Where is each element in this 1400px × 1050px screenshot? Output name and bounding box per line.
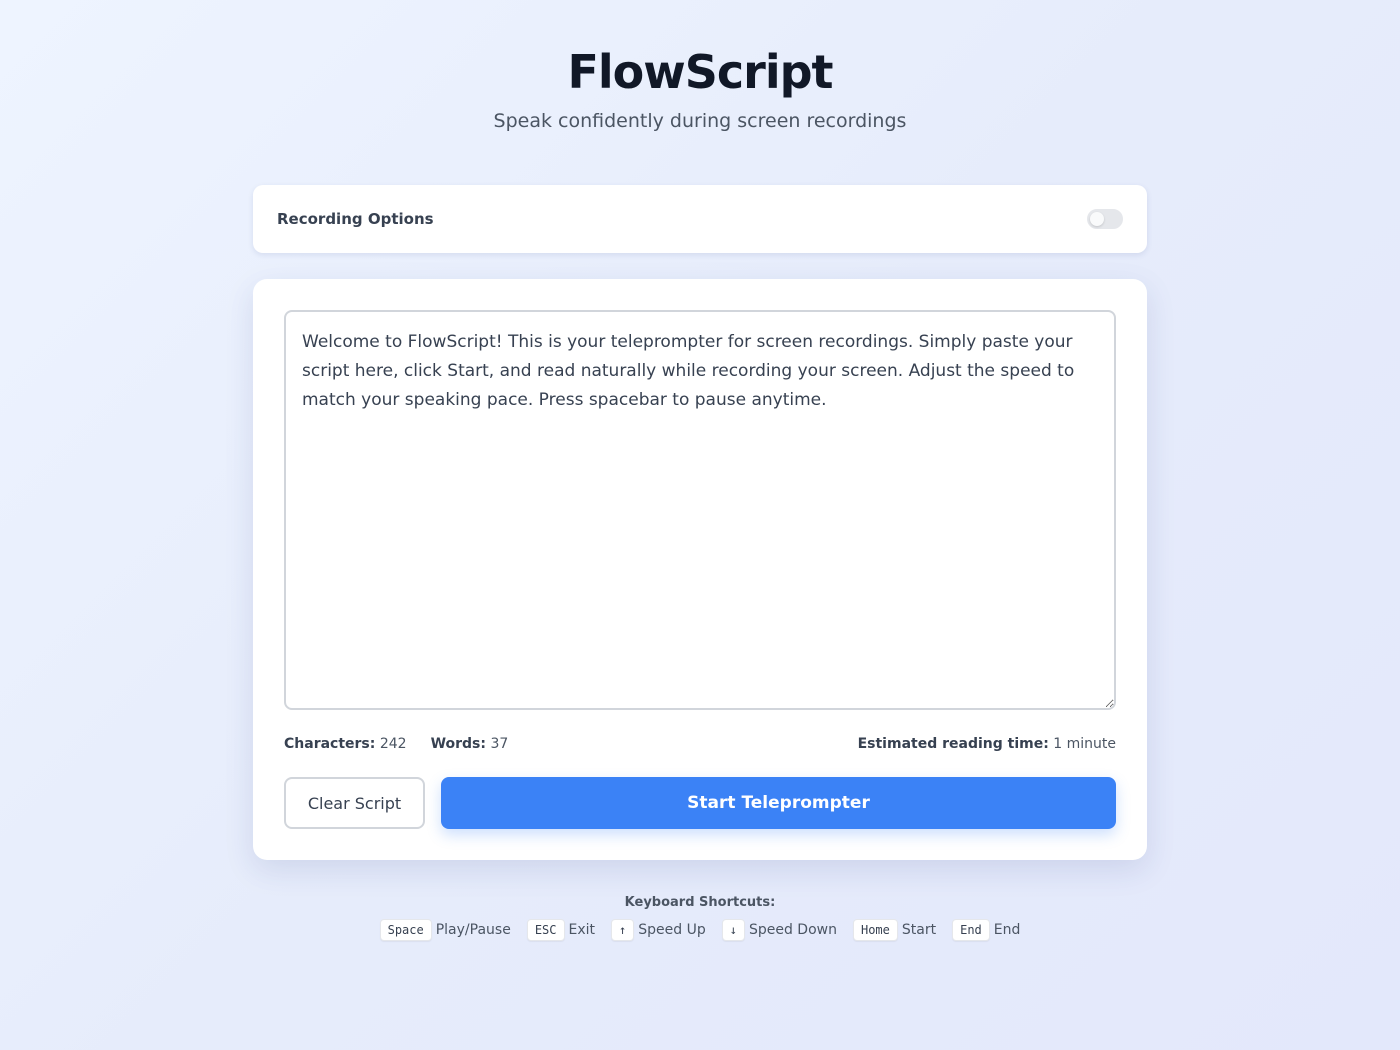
word-count-value: 37 (490, 736, 509, 752)
reading-time: Estimated reading time: 1 minute (858, 736, 1116, 752)
shortcut-action: Exit (568, 922, 596, 938)
key-space: Space (379, 919, 432, 941)
shortcut-action: Speed Up (638, 922, 706, 938)
word-count-label: Words: (430, 736, 486, 752)
character-count-label: Characters: (284, 736, 376, 752)
shortcuts-title: Keyboard Shortcuts: (624, 895, 776, 910)
script-editor-card: Welcome to FlowScript! This is your tele… (253, 279, 1147, 860)
app-title: FlowScript (567, 45, 833, 99)
shortcut-action: Play/Pause (435, 922, 511, 938)
shortcut-item: Space Play/Pause (379, 919, 511, 941)
clear-script-button[interactable]: Clear Script (284, 777, 425, 829)
toggle-knob (1090, 212, 1104, 226)
key-esc: ESC (526, 919, 565, 941)
recording-options-label: Recording Options (277, 210, 434, 228)
key-arrow-up: ↑ (611, 919, 635, 941)
recording-options-toggle[interactable] (1087, 209, 1123, 229)
shortcut-item: ↑ Speed Up (611, 919, 706, 941)
reading-time-value: 1 minute (1053, 736, 1116, 752)
app-subtitle: Speak confidently during screen recordin… (493, 110, 907, 132)
start-teleprompter-button[interactable]: Start Teleprompter (441, 777, 1116, 829)
shortcut-action: Speed Down (748, 922, 837, 938)
editor-actions: Clear Script Start Teleprompter (284, 777, 1116, 829)
shortcut-item: ↓ Speed Down (721, 919, 837, 941)
shortcut-action: End (993, 922, 1021, 938)
shortcut-action: Start (901, 922, 937, 938)
character-count-value: 242 (379, 736, 407, 752)
key-home: Home (852, 919, 898, 941)
app-header: FlowScript Speak confidently during scre… (0, 44, 1400, 136)
shortcut-item: End End (952, 919, 1020, 941)
key-arrow-down: ↓ (721, 919, 745, 941)
keyboard-shortcuts: Keyboard Shortcuts: Space Play/Pause ESC… (0, 893, 1400, 941)
recording-options-panel[interactable]: Recording Options (253, 185, 1147, 253)
character-count: Characters: 242 (284, 736, 407, 752)
word-count: Words: 37 (431, 736, 509, 752)
script-stats: Characters: 242 Words: 37 Estimated read… (284, 734, 1116, 754)
shortcut-list: Space Play/Pause ESC Exit ↑ Speed Up ↓ S… (0, 919, 1400, 941)
shortcut-item: ESC Exit (526, 919, 596, 941)
script-textarea[interactable]: Welcome to FlowScript! This is your tele… (284, 310, 1116, 710)
shortcut-item: Home Start (852, 919, 937, 941)
reading-time-label: Estimated reading time: (857, 736, 1049, 752)
key-end: End (952, 919, 990, 941)
